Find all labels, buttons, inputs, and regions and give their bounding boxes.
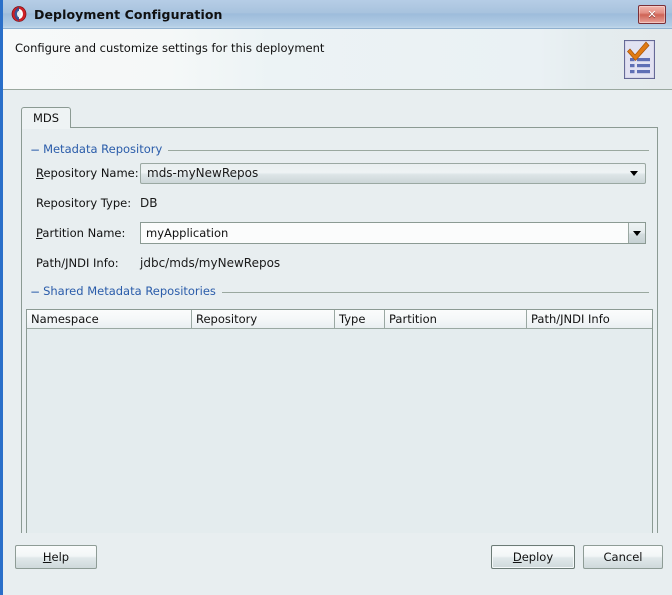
partition-name-label-text: artition Name: bbox=[42, 226, 126, 240]
tab-panel-mds: − Metadata Repository Repository Name: m… bbox=[21, 127, 658, 595]
repository-name-label: Repository Name: bbox=[36, 166, 140, 180]
table-column-header-namespace[interactable]: Namespace bbox=[27, 310, 192, 328]
collapse-toggle-icon[interactable]: − bbox=[30, 144, 40, 156]
group-header: − Metadata Repository bbox=[30, 142, 169, 157]
table-column-header-type[interactable]: Type bbox=[335, 310, 385, 328]
help-button-label: Help bbox=[43, 550, 69, 564]
row-path-jndi-info: Path/JNDI Info: jdbc/mds/myNewRepos bbox=[36, 252, 280, 274]
title-bar: Deployment Configuration ✕ bbox=[3, 0, 672, 29]
deploy-button-label: Deploy bbox=[513, 550, 553, 564]
partition-name-label: Partition Name: bbox=[36, 226, 140, 240]
close-button[interactable]: ✕ bbox=[638, 5, 666, 24]
chevron-down-icon bbox=[633, 230, 641, 236]
group-shared-metadata-repositories: − Shared Metadata Repositories bbox=[30, 285, 649, 299]
path-jndi-info-label: Path/JNDI Info: bbox=[36, 256, 119, 270]
repository-type-value: DB bbox=[140, 196, 158, 210]
group-label: Shared Metadata Repositories bbox=[43, 284, 216, 299]
dialog-header: Configure and customize settings for thi… bbox=[3, 29, 672, 90]
chevron-down-icon bbox=[630, 171, 638, 176]
dialog-footer: Help Deploy Cancel bbox=[3, 533, 672, 595]
repository-name-value: mds-myNewRepos bbox=[147, 166, 259, 180]
row-repository-name: Repository Name: mds-myNewRepos bbox=[36, 162, 646, 184]
deployment-configuration-dialog: Deployment Configuration ✕ Configure and… bbox=[0, 0, 672, 595]
cancel-button[interactable]: Cancel bbox=[583, 545, 663, 569]
collapse-toggle-icon[interactable]: − bbox=[30, 286, 40, 298]
deploy-suffix: eploy bbox=[521, 550, 554, 564]
header-description: Configure and customize settings for thi… bbox=[15, 41, 325, 55]
group-header: − Shared Metadata Repositories bbox=[30, 285, 222, 299]
group-metadata-repository: − Metadata Repository bbox=[30, 143, 649, 157]
window-title: Deployment Configuration bbox=[34, 6, 223, 22]
partition-name-combobox[interactable]: myApplication bbox=[140, 222, 646, 244]
table-column-header-repository[interactable]: Repository bbox=[192, 310, 335, 328]
dialog-content: MDS − Metadata Repository Repository Nam… bbox=[3, 90, 672, 595]
help-button[interactable]: Help bbox=[15, 545, 97, 569]
checklist-document-icon bbox=[620, 38, 660, 82]
path-jndi-info-value: jdbc/mds/myNewRepos bbox=[140, 256, 281, 270]
deploy-button[interactable]: Deploy bbox=[491, 545, 575, 569]
help-mnemonic: H bbox=[42, 550, 52, 564]
oracle-logo-icon bbox=[11, 6, 27, 22]
deploy-mnemonic: D bbox=[512, 550, 522, 564]
tab-panel-join bbox=[22, 126, 70, 129]
cancel-button-label: Cancel bbox=[603, 550, 643, 564]
table-column-header-partition[interactable]: Partition bbox=[385, 310, 527, 328]
group-label: Metadata Repository bbox=[43, 142, 163, 157]
row-partition-name: Partition Name: myApplication bbox=[36, 222, 646, 244]
close-icon: ✕ bbox=[647, 8, 657, 21]
row-repository-type: Repository Type: DB bbox=[36, 192, 157, 214]
partition-name-dropdown-button[interactable] bbox=[628, 223, 645, 243]
partition-name-value: myApplication bbox=[146, 226, 229, 240]
repository-type-label: Repository Type: bbox=[36, 196, 132, 210]
help-suffix: elp bbox=[51, 550, 70, 564]
table-column-header-path-jndi-info[interactable]: Path/JNDI Info bbox=[527, 310, 652, 328]
table-header-row: Namespace Repository Type Partition Path… bbox=[27, 310, 652, 329]
tab-strip: MDS bbox=[21, 107, 72, 128]
tab-mds[interactable]: MDS bbox=[21, 107, 72, 128]
repository-name-label-text: epository Name: bbox=[43, 166, 139, 180]
repository-name-combobox[interactable]: mds-myNewRepos bbox=[140, 162, 646, 184]
